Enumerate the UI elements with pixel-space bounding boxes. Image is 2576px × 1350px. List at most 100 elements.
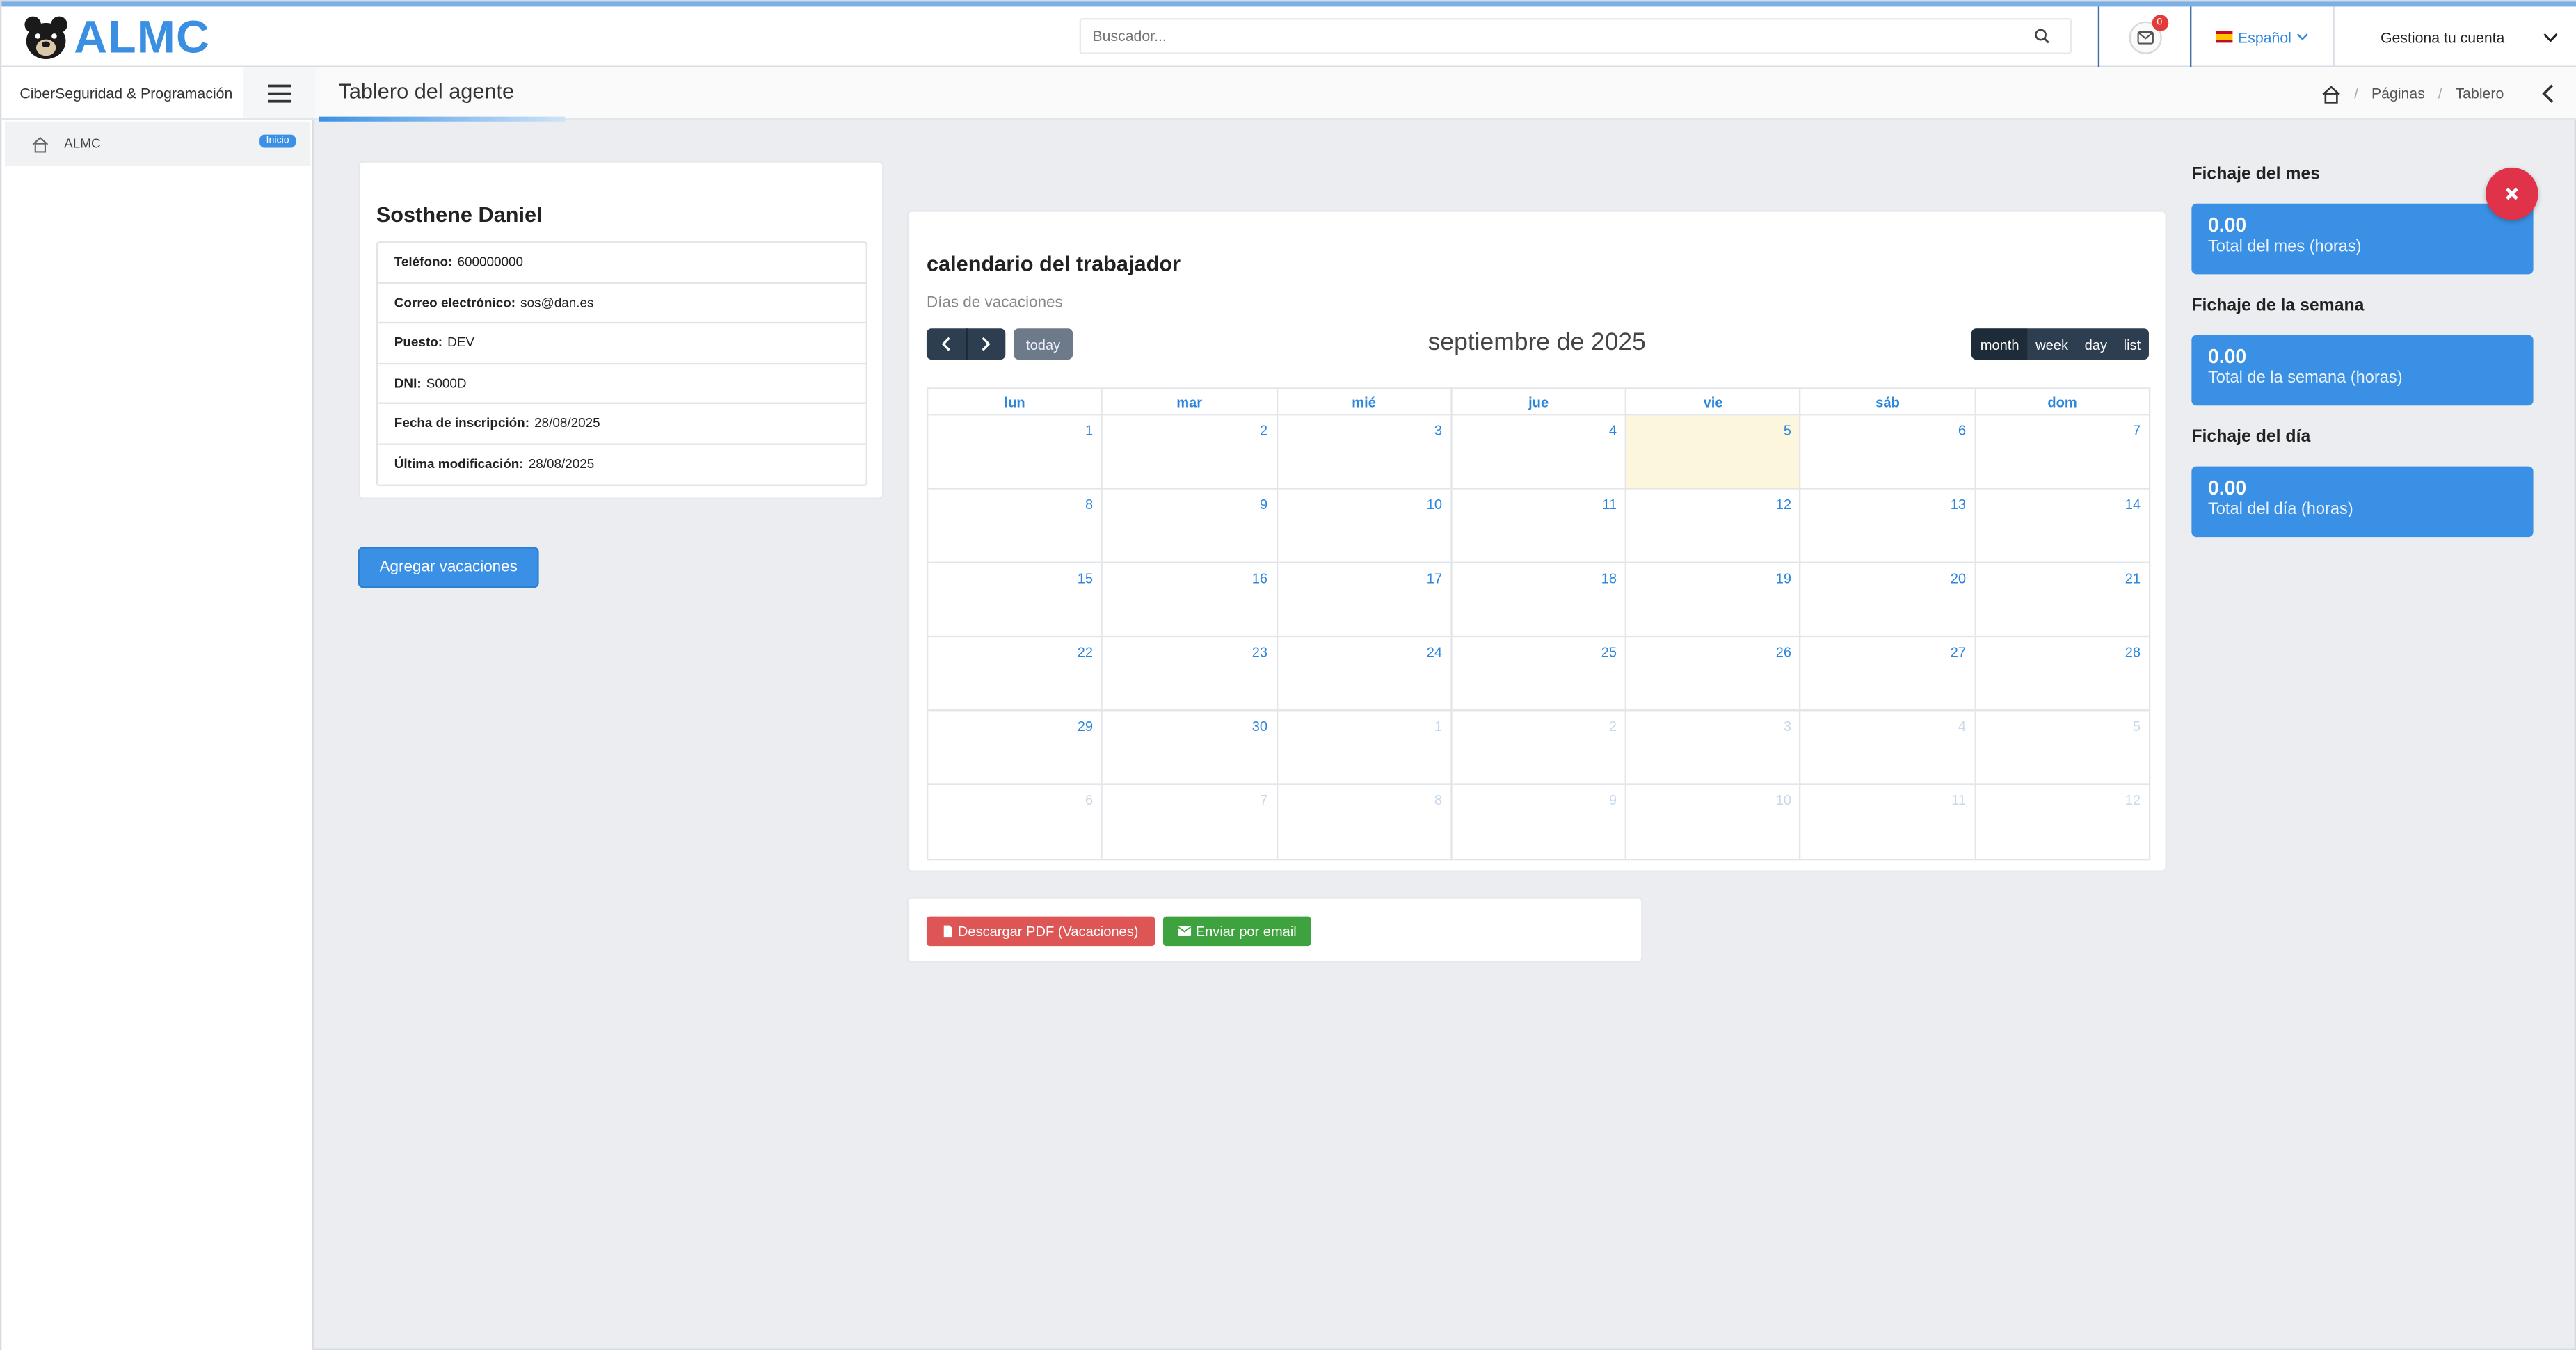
calendar-day-cell[interactable]: 3 [1626,711,1802,784]
account-menu[interactable]: Gestiona tu cuenta [2335,6,2576,67]
weekday-header: mié [1277,389,1453,415]
chevron-right-icon [982,337,991,351]
info-label: Última modificación: [394,457,524,472]
sidebar-item-almc[interactable]: ALMC Inicio [5,121,311,166]
mail-icon [2136,30,2153,44]
calendar-day-cell[interactable]: 9 [1452,785,1627,859]
search-box[interactable] [1079,17,2072,54]
calendar-day-cell[interactable]: 1 [1277,711,1453,784]
send-email-button[interactable]: Enviar por email [1163,916,1311,947]
menu-toggle-button[interactable] [243,67,316,120]
calendar-day-cell[interactable]: 7 [1103,785,1278,859]
calendar-day-cell[interactable]: 4 [1452,415,1627,488]
calendar-day-cell[interactable]: 8 [928,489,1103,562]
calendar-day-cell[interactable]: 19 [1626,563,1802,636]
search-icon[interactable] [2034,28,2051,45]
calendar-day-cell[interactable]: 30 [1103,711,1278,784]
calendar-day-cell[interactable]: 9 [1103,489,1278,562]
weekday-header: lun [928,389,1103,415]
calendar-day-cell[interactable]: 11 [1801,785,1976,859]
calendar-day-cell[interactable]: 6 [928,785,1103,859]
add-vacation-button[interactable]: Agregar vacaciones [358,547,539,588]
chevron-left-icon[interactable] [2536,81,2559,107]
breadcrumb-item-tablero[interactable]: Tablero [2456,86,2504,102]
view-month-button[interactable]: month [1971,328,2028,360]
calendar-day-cell[interactable]: 2 [1452,711,1627,784]
calendar-day-cell[interactable]: 8 [1277,785,1453,859]
calendar-day-cell[interactable]: 28 [1976,637,2149,709]
mail-count-badge: 0 [2151,14,2168,31]
breadcrumb-item-paginas[interactable]: Páginas [2371,86,2425,102]
calendar-day-cell[interactable]: 10 [1626,785,1802,859]
info-value: S000D [426,376,467,391]
calendar-day-cell[interactable]: 14 [1976,490,2149,562]
info-value: 28/08/2025 [534,415,600,431]
calendar-day-cell[interactable]: 4 [1801,711,1976,784]
notifications-button[interactable]: 0 [2099,6,2190,67]
calendar-day-cell[interactable]: 12 [1976,785,2149,859]
view-list-button[interactable]: list [2115,328,2149,360]
logo[interactable]: ALMC [22,12,210,65]
calendar-day-cell[interactable]: 7 [1976,415,2149,488]
calendar-day-cell[interactable]: 17 [1277,563,1453,636]
view-day-button[interactable]: day [2077,328,2115,360]
info-value: sos@dan.es [520,295,594,310]
info-row-position: Puesto: DEV [378,323,866,364]
fichaje-month-value: 0.00 [2207,213,2247,237]
envelope-icon [1177,926,1191,936]
language-label: Español [2238,29,2291,45]
calendar-week-row: 8 9 10 11 12 13 14 [928,489,2149,563]
home-icon[interactable] [2321,85,2341,103]
calendar-subtitle: Días de vacaciones [926,294,1063,312]
calendar-day-cell[interactable]: 6 [1801,415,1976,488]
calendar-day-cell[interactable]: 24 [1277,637,1453,710]
calendar-day-cell[interactable]: 2 [1103,415,1278,488]
calendar-day-cell[interactable]: 26 [1626,637,1802,710]
sidebar-org-title: CiberSeguridad & Programación [1,67,243,120]
calendar-day-cell[interactable]: 13 [1801,489,1976,562]
calendar-week-row: 1234567 [928,415,2149,490]
info-label: Fecha de inscripción: [394,415,530,431]
calendar-title: calendario del trabajador [926,251,1181,276]
calendar-day-cell[interactable]: 5 [1976,711,2149,783]
calendar-day-cell[interactable]: 25 [1452,637,1627,710]
export-actions-card: Descargar PDF (Vacaciones) Enviar por em… [906,897,1643,963]
calendar-day-cell[interactable]: 15 [928,563,1103,636]
calendar-day-cell[interactable]: 18 [1452,563,1627,636]
calendar-day-cell[interactable]: 16 [1103,563,1278,636]
calendar-card: calendario del trabajador Días de vacaci… [906,210,2167,872]
agent-card: Sosthene Daniel Teléfono: 600000000 Corre… [358,161,884,499]
hamburger-icon [267,83,291,102]
calendar-day-cell[interactable]: 10 [1277,489,1453,562]
info-row-dni: DNI: S000D [378,364,866,404]
info-row-email: Correo electrónico: sos@dan.es [378,283,866,324]
calendar-day-cell[interactable]: 22 [928,637,1103,710]
calendar-day-cell[interactable]: 3 [1277,415,1453,488]
send-email-label: Enviar por email [1195,923,1297,940]
spain-flag-icon [2216,31,2233,43]
calendar-day-cell[interactable]: 27 [1801,637,1976,710]
breadcrumb-separator: / [2354,85,2359,102]
calendar-day-cell[interactable]: 11 [1452,489,1627,562]
view-week-button[interactable]: week [2027,328,2076,360]
calendar-day-cell[interactable]: 1 [928,415,1103,488]
close-button[interactable] [2486,167,2538,220]
calendar-day-cell[interactable]: 23 [1103,637,1278,710]
chevron-down-icon [2543,32,2558,42]
fichaje-week-value: 0.00 [2207,344,2247,368]
calendar-day-cell[interactable]: 21 [1976,563,2149,636]
today-button[interactable]: today [1014,328,1073,360]
calendar-day-cell-today[interactable]: 5 [1626,415,1802,488]
fichaje-day-caption: Total del día (horas) [2207,501,2353,520]
calendar-week-row: 22 23 24 25 26 27 28 [928,637,2149,712]
info-label: DNI: [394,376,422,391]
calendar-day-cell[interactable]: 20 [1801,563,1976,636]
calendar-day-cell[interactable]: 29 [928,711,1103,784]
calendar-day-cell[interactable]: 12 [1626,489,1802,562]
search-input[interactable] [1080,19,2001,53]
language-selector[interactable]: Español [2191,6,2333,67]
download-pdf-button[interactable]: Descargar PDF (Vacaciones) [926,916,1155,947]
prev-month-button[interactable] [927,328,967,360]
breadcrumb: / Páginas / Tablero [2321,81,2504,107]
next-month-button[interactable] [967,328,1005,360]
